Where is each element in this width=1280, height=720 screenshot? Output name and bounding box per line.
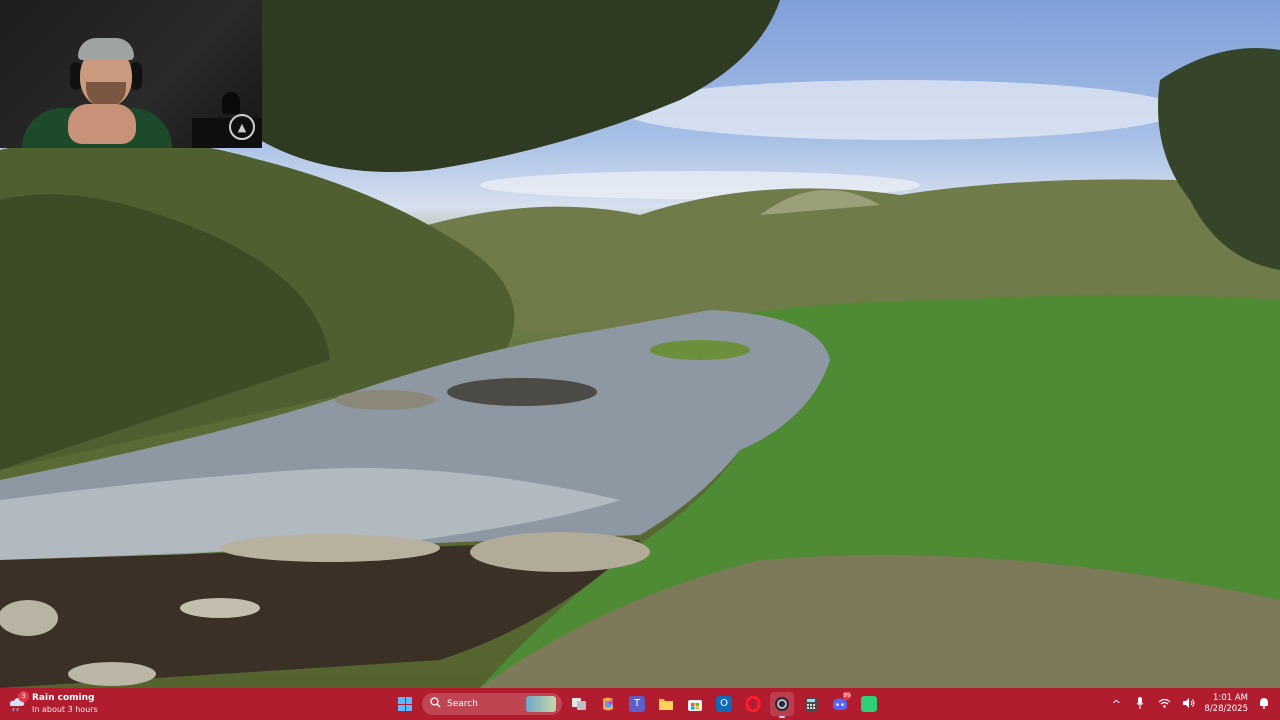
chevron-up-icon[interactable]: ^ [1108, 698, 1124, 711]
file-explorer-icon[interactable] [654, 692, 678, 716]
microsoft-store-icon[interactable] [683, 692, 707, 716]
notification-bell-icon[interactable] [1256, 697, 1272, 712]
rain-cloud-icon: 3 [8, 691, 29, 713]
opera-icon[interactable] [741, 692, 765, 716]
weather-subtitle: In about 3 hours [32, 705, 98, 714]
clock-date: 8/28/2025 [1204, 704, 1248, 714]
weather-alert-badge: 3 [18, 691, 29, 702]
taskbar-clock[interactable]: 1:01 AM 8/28/2025 [1204, 693, 1248, 715]
streamer-logo-icon: ▲ [229, 114, 255, 140]
webcam-lamp [222, 92, 240, 114]
microphone-icon[interactable] [1132, 696, 1148, 712]
system-tray: ^ 1:01 AM 8/28/2025 [1108, 691, 1272, 717]
taskbar-search-box[interactable]: Search [422, 693, 562, 715]
discord-notification-badge: 99 [843, 692, 851, 700]
xbox-icon[interactable] [857, 692, 881, 716]
discord-icon[interactable]: 99 [828, 692, 852, 716]
search-placeholder: Search [447, 699, 478, 709]
task-view-icon[interactable] [567, 692, 591, 716]
wifi-icon[interactable] [1156, 698, 1172, 711]
volume-icon[interactable] [1180, 697, 1196, 711]
windows-start-icon[interactable] [393, 692, 417, 716]
copilot-icon[interactable] [596, 692, 620, 716]
outlook-icon[interactable]: O [712, 692, 736, 716]
teams-icon[interactable]: T [625, 692, 649, 716]
search-icon [430, 697, 441, 711]
clock-time: 1:01 AM [1213, 693, 1248, 703]
weather-title: Rain coming [32, 693, 95, 703]
calculator-icon[interactable] [799, 692, 823, 716]
webcam-overlay: ▲ [0, 0, 262, 148]
weather-widget[interactable]: 3 Rain coming In about 3 hours [8, 691, 98, 717]
webcam-person-hand [68, 104, 136, 144]
taskbar: 3 Rain coming In about 3 hours Search T [0, 688, 1280, 720]
taskbar-pinned-apps: Search T O 99 [393, 691, 881, 718]
obs-icon[interactable] [770, 692, 794, 718]
webcam-person-cap [78, 38, 134, 60]
search-highlight-image [526, 696, 556, 712]
